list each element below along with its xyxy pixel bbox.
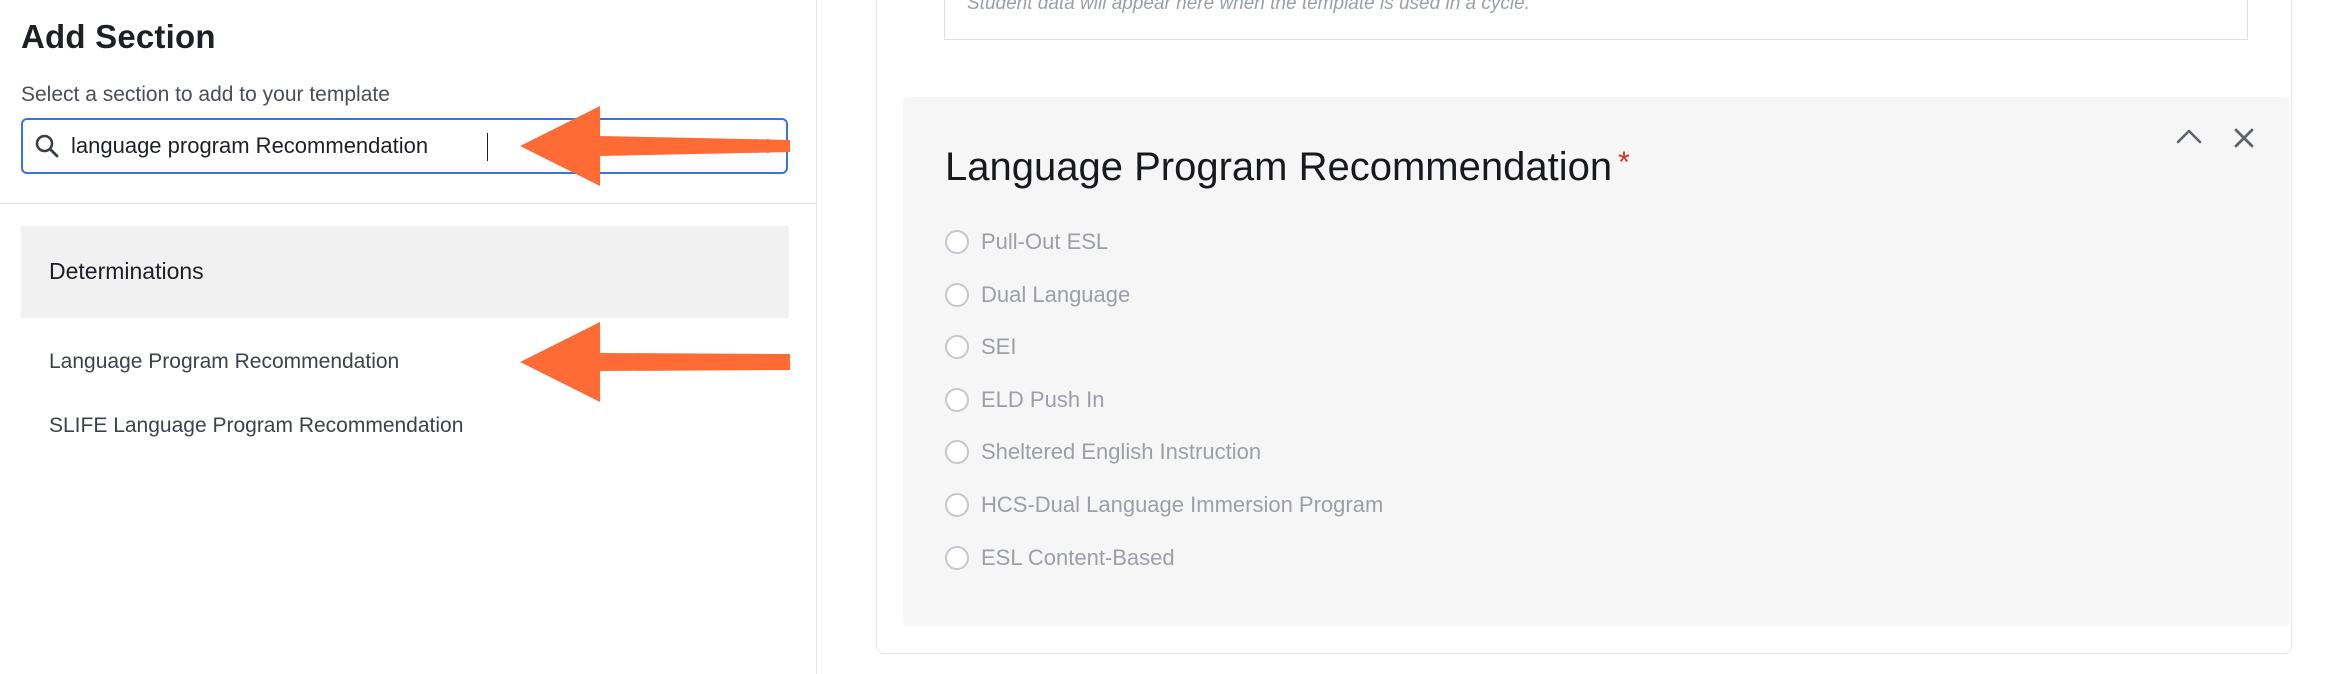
- close-icon[interactable]: [752, 136, 772, 156]
- student-data-box: Student data will appear here when the t…: [944, 0, 2248, 40]
- result-item-language-program-recommendation[interactable]: Language Program Recommendation: [49, 350, 399, 374]
- section-card-language-program-recommendation: Language Program Recommendation * Pull-Ou…: [903, 97, 2289, 626]
- option-dual-language[interactable]: Dual Language: [945, 280, 1130, 310]
- text-caret: [487, 133, 488, 161]
- option-label: Sheltered English Instruction: [981, 439, 1262, 464]
- radio-button[interactable]: [945, 283, 969, 307]
- radio-button[interactable]: [945, 230, 969, 254]
- option-eld-push-in[interactable]: ELD Push In: [945, 385, 1105, 415]
- option-label: Dual Language: [981, 282, 1131, 307]
- add-section-panel: Add Section Select a section to add to y…: [0, 0, 817, 674]
- radio-button[interactable]: [945, 440, 969, 464]
- option-label: SEI: [981, 334, 1017, 359]
- panel-subtitle: Select a section to add to your template: [21, 83, 390, 106]
- radio-button[interactable]: [945, 388, 969, 412]
- option-sei[interactable]: SEI: [945, 332, 1016, 362]
- section-title: Language Program Recommendation *: [945, 145, 1630, 190]
- radio-button[interactable]: [945, 335, 969, 359]
- panel-divider: [0, 203, 816, 204]
- group-header-label: Determinations: [49, 258, 204, 284]
- panel-title: Add Section: [21, 18, 216, 55]
- option-label: HCS-Dual Language Immersion Program: [981, 492, 1384, 517]
- group-header-determinations: Determinations: [21, 226, 789, 318]
- required-marker: *: [1618, 146, 1630, 179]
- radio-button[interactable]: [945, 493, 969, 517]
- option-label: ELD Push In: [981, 387, 1105, 412]
- option-pull-out-esl[interactable]: Pull-Out ESL: [945, 227, 1108, 257]
- option-label: Pull-Out ESL: [981, 229, 1109, 254]
- radio-button[interactable]: [945, 546, 969, 570]
- search-icon: [35, 134, 59, 158]
- option-hcs-dual-language-immersion-program[interactable]: HCS-Dual Language Immersion Program: [945, 490, 1383, 520]
- chevron-up-icon[interactable]: [2169, 117, 2209, 157]
- result-item-slife-language-program-recommendation[interactable]: SLIFE Language Program Recommendation: [49, 414, 463, 438]
- close-icon[interactable]: [2225, 119, 2265, 159]
- search-box[interactable]: [21, 118, 788, 174]
- search-input[interactable]: [71, 128, 711, 164]
- option-label: ESL Content-Based: [981, 545, 1175, 570]
- student-data-note: Student data will appear here when the t…: [967, 0, 1530, 14]
- option-esl-content-based[interactable]: ESL Content-Based: [945, 543, 1175, 573]
- section-title-text: Language Program Recommendation: [945, 145, 1613, 189]
- option-sheltered-english-instruction[interactable]: Sheltered English Instruction: [945, 437, 1261, 467]
